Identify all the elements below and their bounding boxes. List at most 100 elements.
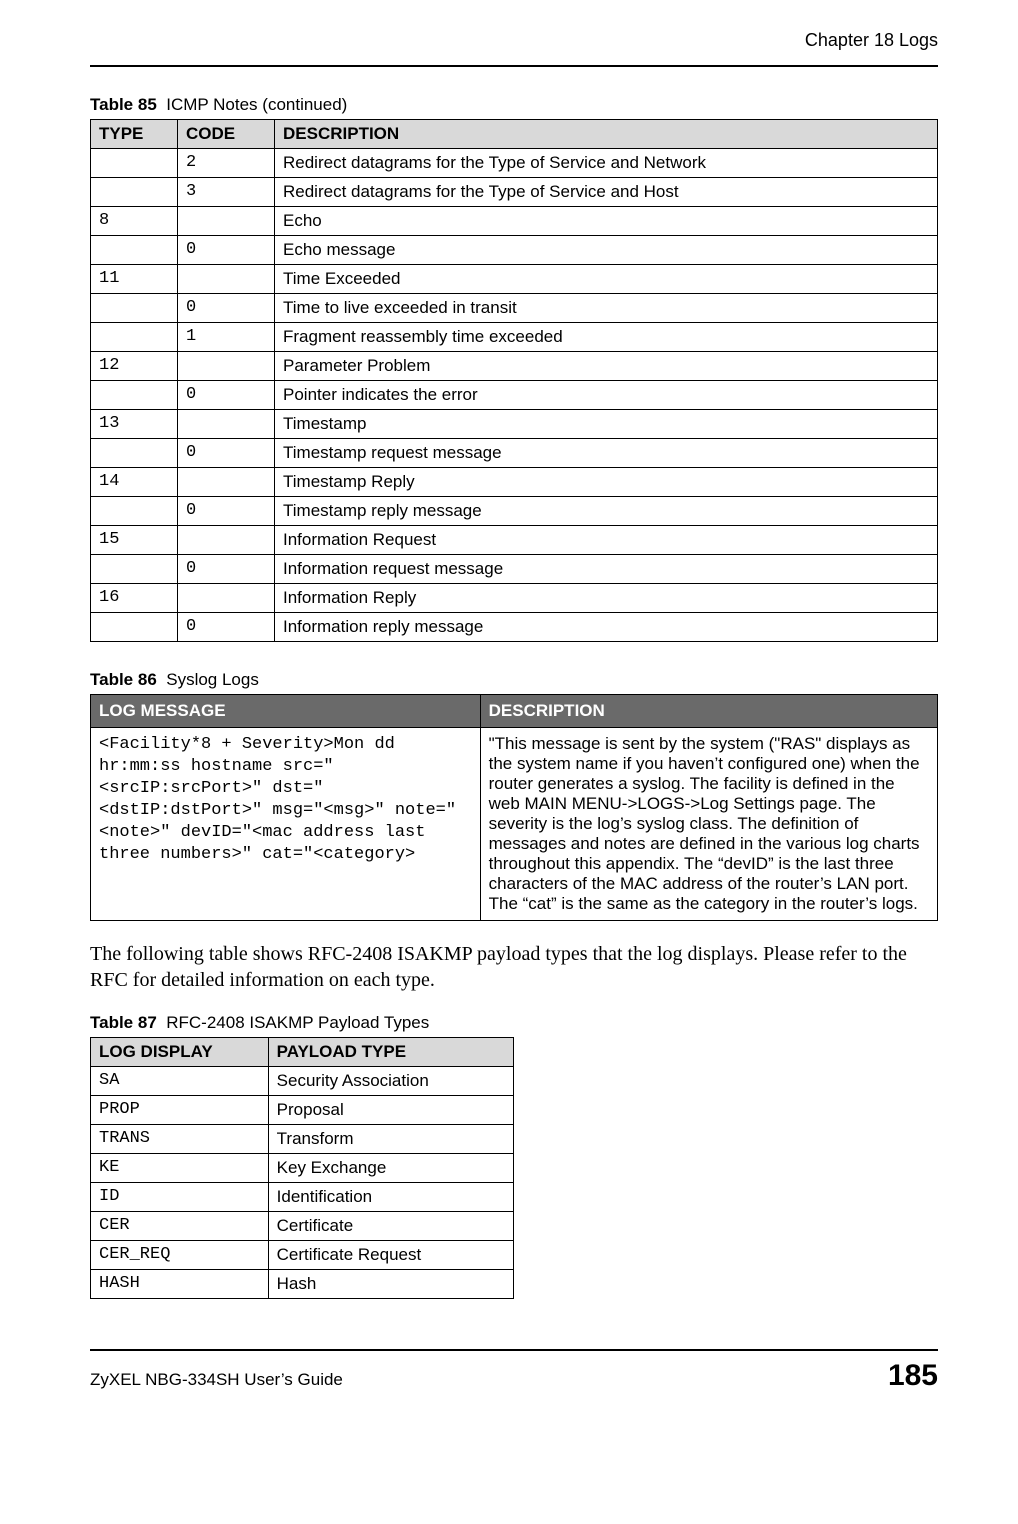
cell-code: 0 [178,555,275,584]
cell-type: 11 [91,265,178,294]
table87-header-row: LOG DISPLAY PAYLOAD TYPE [91,1038,514,1067]
cell-code [178,352,275,381]
table-row: 8 Echo [91,207,938,236]
cell-desc: Timestamp reply message [275,497,938,526]
cell-payload: Key Exchange [268,1154,513,1183]
cell-desc: Timestamp Reply [275,468,938,497]
cell-code [178,468,275,497]
table87-number: Table 87 [90,1013,157,1032]
cell-desc: Time to live exceeded in transit [275,294,938,323]
table85-number: Table 85 [90,95,157,114]
cell-type: 8 [91,207,178,236]
table86-caption: Table 86 Syslog Logs [90,670,938,690]
table-row: 11 Time Exceeded [91,265,938,294]
table85-title: ICMP Notes (continued) [166,95,347,114]
cell-type [91,381,178,410]
table87-header-display: LOG DISPLAY [91,1038,269,1067]
table85-header-type: TYPE [91,120,178,149]
table-row: KEKey Exchange [91,1154,514,1183]
cell-desc: Echo [275,207,938,236]
table-row: SASecurity Association [91,1067,514,1096]
cell-code: 0 [178,613,275,642]
cell-type: 12 [91,352,178,381]
cell-code: 3 [178,178,275,207]
table87-caption: Table 87 RFC-2408 ISAKMP Payload Types [90,1013,938,1033]
table87-header-payload: PAYLOAD TYPE [268,1038,513,1067]
cell-desc: Echo message [275,236,938,265]
cell-type [91,149,178,178]
table86-header-log: LOG MESSAGE [91,695,481,728]
footer-guide-title: ZyXEL NBG-334SH User’s Guide [90,1370,343,1390]
table-row: 12 Parameter Problem [91,352,938,381]
cell-code [178,207,275,236]
table-row: 0Time to live exceeded in transit [91,294,938,323]
table87-title: RFC-2408 ISAKMP Payload Types [166,1013,429,1032]
table85-header-desc: DESCRIPTION [275,120,938,149]
table-row: 0Timestamp reply message [91,497,938,526]
cell-type: 14 [91,468,178,497]
cell-type [91,178,178,207]
table-row: 2Redirect datagrams for the Type of Serv… [91,149,938,178]
table-row: 16 Information Reply [91,584,938,613]
cell-desc: Timestamp request message [275,439,938,468]
body-paragraph: The following table shows RFC-2408 ISAKM… [90,941,938,993]
cell-code: 0 [178,381,275,410]
cell-display: TRANS [91,1125,269,1154]
cell-payload: Hash [268,1270,513,1299]
cell-desc: Redirect datagrams for the Type of Servi… [275,149,938,178]
cell-payload: Certificate Request [268,1241,513,1270]
table85: TYPE CODE DESCRIPTION 2Redirect datagram… [90,119,938,642]
table-row: 0Timestamp request message [91,439,938,468]
cell-log-message: <Facility*8 + Severity>Mon dd hr:mm:ss h… [91,728,481,921]
table85-header-code: CODE [178,120,275,149]
cell-desc: Timestamp [275,410,938,439]
cell-display: KE [91,1154,269,1183]
chapter-header: Chapter 18 Logs [90,30,938,55]
table-row: 0Echo message [91,236,938,265]
table86: LOG MESSAGE DESCRIPTION <Facility*8 + Se… [90,694,938,921]
cell-type [91,323,178,352]
table-row: 13 Timestamp [91,410,938,439]
cell-code [178,584,275,613]
cell-display: HASH [91,1270,269,1299]
cell-payload: Security Association [268,1067,513,1096]
cell-desc: Redirect datagrams for the Type of Servi… [275,178,938,207]
cell-type [91,439,178,468]
table-row: 0Information request message [91,555,938,584]
cell-display: CER_REQ [91,1241,269,1270]
table-row: PROPProposal [91,1096,514,1125]
cell-code [178,265,275,294]
cell-type: 15 [91,526,178,555]
cell-payload: Proposal [268,1096,513,1125]
cell-type: 13 [91,410,178,439]
cell-log-desc: "This message is sent by the system ("RA… [480,728,937,921]
table86-header-row: LOG MESSAGE DESCRIPTION [91,695,938,728]
table86-number: Table 86 [90,670,157,689]
table86-header-desc: DESCRIPTION [480,695,937,728]
cell-payload: Transform [268,1125,513,1154]
cell-code: 0 [178,294,275,323]
table-row: 0Pointer indicates the error [91,381,938,410]
cell-display: PROP [91,1096,269,1125]
cell-type [91,294,178,323]
cell-type: 16 [91,584,178,613]
cell-desc: Information reply message [275,613,938,642]
page-footer: ZyXEL NBG-334SH User’s Guide 185 [90,1349,938,1393]
table-row: CER_REQCertificate Request [91,1241,514,1270]
cell-desc: Parameter Problem [275,352,938,381]
cell-code [178,526,275,555]
cell-desc: Information Reply [275,584,938,613]
cell-desc: Information Request [275,526,938,555]
cell-code: 0 [178,497,275,526]
cell-desc: Fragment reassembly time exceeded [275,323,938,352]
cell-desc: Time Exceeded [275,265,938,294]
header-rule [90,65,938,67]
cell-display: ID [91,1183,269,1212]
table85-caption: Table 85 ICMP Notes (continued) [90,95,938,115]
cell-payload: Identification [268,1183,513,1212]
cell-code: 0 [178,236,275,265]
cell-code: 0 [178,439,275,468]
cell-desc: Information request message [275,555,938,584]
table-row: 3Redirect datagrams for the Type of Serv… [91,178,938,207]
cell-payload: Certificate [268,1212,513,1241]
